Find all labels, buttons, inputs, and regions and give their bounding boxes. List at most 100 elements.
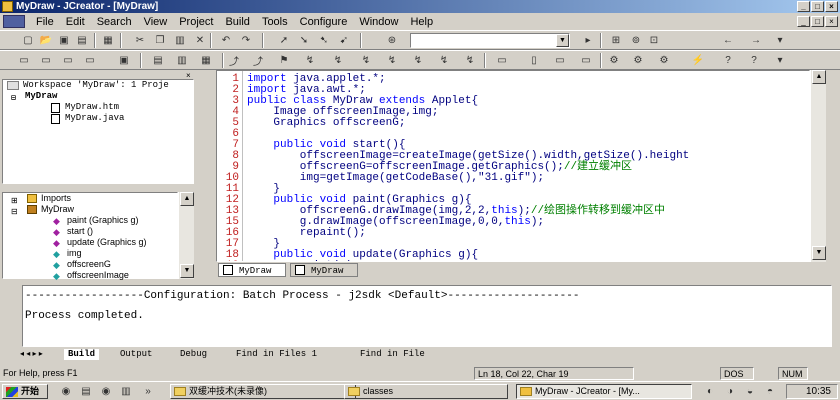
tab-nav-arrows[interactable]: ◂ ◂ ▸ ▸ [20, 349, 60, 360]
tool3-icon[interactable]: ↯ [358, 53, 374, 68]
document-icon[interactable] [3, 15, 25, 28]
imports-node[interactable]: ⊞ Imports [3, 193, 177, 205]
tab-build[interactable]: Build [64, 349, 100, 360]
code-line[interactable]: paint(g); [300, 261, 359, 262]
replace-icon[interactable]: ⊚ [628, 33, 644, 48]
minimize-button[interactable]: _ [797, 1, 810, 12]
window-tile-icon[interactable]: ▭ [38, 53, 54, 68]
new-file-icon[interactable]: ▢ [20, 33, 36, 48]
classview-scrollbar[interactable]: ▲ ▼ [178, 192, 194, 279]
menu-tools[interactable]: Tools [256, 16, 294, 28]
quicklaunch-more-icon[interactable]: » [140, 384, 156, 399]
close-button[interactable]: × [825, 1, 838, 12]
help-icon[interactable]: ? [720, 53, 736, 68]
output-view-icon[interactable]: ▥ [174, 53, 190, 68]
tray-icon-2[interactable]: ◑ [722, 384, 738, 399]
prev-bookmark-icon[interactable]: ➷ [316, 33, 332, 48]
output-panel[interactable]: ------------------Configuration: Batch P… [22, 285, 832, 347]
next-bookmark-icon[interactable]: ➘ [296, 33, 312, 48]
menu-file[interactable]: File [30, 16, 60, 28]
file-node-java[interactable]: MyDraw.java [3, 113, 193, 124]
tab-output[interactable]: Output [120, 349, 152, 360]
toolbar2-options-icon[interactable]: ▾ [772, 53, 788, 68]
save-icon[interactable]: ▣ [56, 33, 72, 48]
maximize-button[interactable]: □ [811, 1, 824, 12]
compile-icon[interactable]: ⤴ [226, 53, 242, 68]
workspace-view-icon[interactable]: ▤ [150, 53, 166, 68]
run-icon[interactable]: ⚑ [276, 53, 292, 68]
tool5-icon[interactable]: ↯ [410, 53, 426, 68]
paste-icon[interactable]: ▥ [172, 33, 188, 48]
save-all-icon[interactable]: ▤ [74, 33, 90, 48]
clear-bookmarks-icon[interactable]: ➹ [336, 33, 352, 48]
tab-find-in-files-2[interactable]: Find in File [360, 349, 425, 360]
quicklaunch-app-icon[interactable]: ▥ [118, 384, 134, 399]
menu-window[interactable]: Window [353, 16, 404, 28]
code-editor[interactable]: 12345678910111213151617181920 import jav… [216, 70, 810, 262]
class-node[interactable]: ⊟ MyDraw [3, 204, 177, 216]
task-folder-1[interactable]: 双缓冲技术(未录像) [170, 384, 356, 399]
menu-search[interactable]: Search [91, 16, 138, 28]
member-node[interactable]: ◆ start () [3, 226, 177, 237]
doc-minimize-button[interactable]: _ [797, 16, 810, 27]
task-jcreator[interactable]: MyDraw - JCreator - [My... [516, 384, 692, 399]
task-folder-2[interactable]: classes [344, 384, 508, 399]
tab-debug[interactable]: Debug [180, 349, 207, 360]
member-node[interactable]: ◆ update (Graphics g) [3, 237, 177, 248]
wizard3-icon[interactable]: ⚙ [656, 53, 672, 68]
menu-build[interactable]: Build [219, 16, 255, 28]
doc-close-button[interactable]: × [825, 16, 838, 27]
goto-icon[interactable]: ⊡ [646, 33, 662, 48]
debug-icon[interactable]: ▯ [526, 53, 542, 68]
window-arrange-icon[interactable]: ▭ [82, 53, 98, 68]
tool4-icon[interactable]: ↯ [384, 53, 400, 68]
scroll-down-icon[interactable]: ▼ [812, 246, 826, 260]
quicklaunch-desktop-icon[interactable]: ▤ [78, 384, 94, 399]
workspace-close-icon[interactable]: × [186, 72, 194, 80]
member-node[interactable]: ◆ paint (Graphics g) [3, 215, 177, 226]
project-node[interactable]: ⊟ MyDraw [3, 91, 193, 103]
build-icon[interactable]: ⤴ [250, 53, 266, 68]
menu-project[interactable]: Project [173, 16, 219, 28]
fullscreen-icon[interactable]: ▣ [116, 53, 132, 68]
package-view-icon[interactable]: ▦ [198, 53, 214, 68]
menu-configure[interactable]: Configure [294, 16, 354, 28]
window-tile-v-icon[interactable]: ▭ [60, 53, 76, 68]
wizard2-icon[interactable]: ⚙ [630, 53, 646, 68]
delete-icon[interactable]: ✕ [192, 33, 208, 48]
tab-find-in-files-1[interactable]: Find in Files 1 [236, 349, 317, 360]
file-tab-active[interactable]: MyDraw [218, 263, 286, 277]
cut-icon[interactable]: ✂ [132, 33, 148, 48]
code-line[interactable]: img=getImage(getCodeBase(),"31.gif"); [247, 173, 544, 184]
undo-icon[interactable]: ↶ [218, 33, 234, 48]
menu-view[interactable]: View [138, 16, 174, 28]
execute-icon[interactable]: ▭ [494, 53, 510, 68]
toolbar-options-icon[interactable]: ▾ [772, 33, 788, 48]
tray-icon-3[interactable]: ◒ [742, 384, 758, 399]
member-node[interactable]: ◆ img [3, 248, 177, 259]
forward-arrow-icon[interactable]: → [748, 33, 764, 48]
doc-restore-button[interactable]: □ [811, 16, 824, 27]
tray-icon-1[interactable]: ◐ [702, 384, 718, 399]
copy-icon[interactable]: ❐ [152, 33, 168, 48]
tool1-icon[interactable]: ↯ [302, 53, 318, 68]
code-line[interactable]: Graphics offscreenG; [247, 118, 405, 129]
bookmark-icon[interactable]: ➚ [276, 33, 292, 48]
find-next-icon[interactable]: ▸ [580, 33, 596, 48]
editor-vscrollbar[interactable]: ▲ ▼ [810, 70, 826, 262]
window-cascade-icon[interactable]: ▭ [16, 53, 32, 68]
quicklaunch-media-icon[interactable]: ◉ [98, 384, 114, 399]
back-arrow-icon[interactable]: ← [720, 33, 736, 48]
member-node[interactable]: ◆ offscreenImage [3, 270, 177, 281]
lightning-icon[interactable]: ⚡ [690, 53, 706, 68]
tray-volume-icon[interactable]: ◓ [762, 384, 778, 399]
print-icon[interactable]: ▦ [100, 33, 116, 48]
menu-help[interactable]: Help [404, 16, 439, 28]
redo-icon[interactable]: ↷ [238, 33, 254, 48]
tool6-icon[interactable]: ↯ [436, 53, 452, 68]
stop-icon[interactable]: ▭ [552, 53, 568, 68]
find-combo-input[interactable]: ▼ [410, 33, 570, 48]
chevron-down-icon[interactable]: ▼ [556, 34, 569, 47]
scroll-up-icon[interactable]: ▲ [812, 70, 826, 84]
member-node[interactable]: ◆ offscreenG [3, 259, 177, 270]
